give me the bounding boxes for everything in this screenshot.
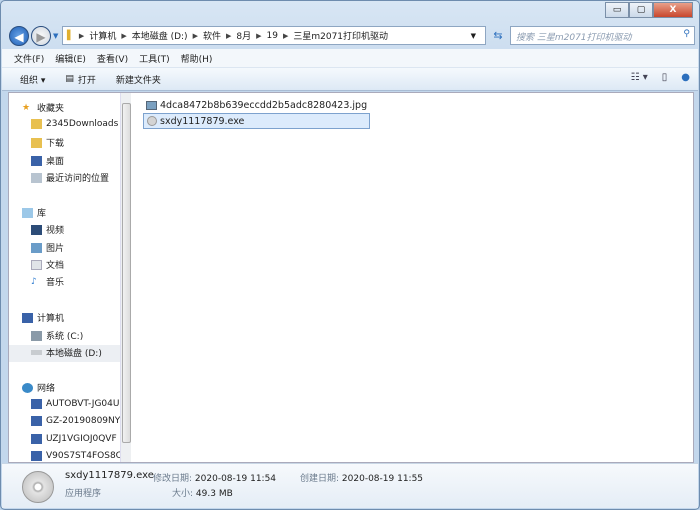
breadcrumb-drive-d[interactable]: 本地磁盘 (D:): [132, 29, 188, 42]
recent-places-icon: [31, 172, 42, 183]
exe-icon: [147, 116, 157, 126]
nav-item[interactable]: 下载: [31, 136, 64, 149]
menu-tools[interactable]: 工具(T): [139, 52, 170, 65]
network-computer-icon: [31, 451, 42, 461]
detail-type: 应用程序: [65, 489, 102, 499]
file-list: 4dca8472b8b639eccdd2b5adc8280423.jpg sxd…: [143, 97, 371, 129]
maximize-button[interactable]: ▢: [629, 2, 653, 18]
star-icon: ★: [22, 102, 31, 113]
menu-help[interactable]: 帮助(H): [181, 52, 213, 65]
nav-item[interactable]: 桌面: [31, 154, 64, 167]
search-input[interactable]: 搜索 三星m2071打印机驱动 ⚲: [510, 26, 695, 45]
search-icon[interactable]: ⚲: [683, 29, 690, 39]
downloads-icon: [31, 137, 42, 148]
view-options-icon[interactable]: ☷ ▾: [631, 72, 648, 83]
preview-pane-icon[interactable]: ▯: [662, 72, 668, 83]
file-item-selected[interactable]: sxdy1117879.exe: [143, 113, 371, 129]
detail-created: 创建日期: 2020-08-19 11:55: [300, 474, 424, 484]
menu-file[interactable]: 文件(F): [14, 52, 44, 65]
nav-item[interactable]: GZ-20190809NY: [31, 416, 120, 426]
documents-icon: [31, 259, 42, 270]
library-icon: [22, 207, 33, 218]
organize-button[interactable]: 组织 ▾: [20, 73, 45, 86]
help-icon[interactable]: ●: [681, 72, 690, 83]
details-pane: sxdy1117879.exe 应用程序 修改日期: 2020-08-19 11…: [2, 463, 698, 508]
scrollbar-thumb[interactable]: [122, 103, 131, 443]
network-computer-icon: [31, 416, 42, 426]
folder-icon: ▌: [67, 30, 74, 41]
open-button[interactable]: ▤ 打开: [65, 73, 96, 86]
nav-network[interactable]: 网络: [22, 381, 55, 394]
nav-item[interactable]: 系统 (C:): [31, 329, 83, 342]
nav-item[interactable]: UZJ1VGIOJ0QVF: [31, 434, 117, 444]
nav-libraries[interactable]: 库: [22, 206, 46, 219]
system-drive-icon: [31, 330, 42, 341]
nav-favorites[interactable]: ★ 收藏夹: [22, 101, 64, 115]
nav-item[interactable]: ♪ 音乐: [31, 275, 64, 289]
detail-modified: 修改日期: 2020-08-19 11:54: [153, 474, 277, 484]
search-placeholder: 搜索 三星m2071打印机驱动: [516, 33, 632, 43]
minimize-button[interactable]: ▭: [605, 2, 629, 18]
nav-item[interactable]: 文档: [31, 258, 64, 271]
nav-item[interactable]: 视频: [31, 223, 64, 236]
breadcrumb-computer[interactable]: 计算机: [89, 29, 116, 42]
address-bar[interactable]: ▌ ▶ 计算机 ▶ 本地磁盘 (D:) ▶ 软件 ▶ 8月 ▶ 19 ▶ 三星m2071打印…: [62, 26, 486, 45]
folder-icon: [31, 119, 42, 129]
disc-icon: [22, 471, 54, 503]
breadcrumb-current[interactable]: 三星m2071打印机驱动: [293, 29, 388, 42]
nav-item[interactable]: 最近访问的位置: [31, 171, 109, 184]
detail-size: 大小: 49.3 MB: [172, 489, 233, 499]
refresh-icon[interactable]: ⇆: [488, 26, 508, 45]
forward-button[interactable]: ▶: [31, 26, 51, 46]
nav-item[interactable]: V90S7ST4FOS8C: [31, 451, 120, 461]
nav-item[interactable]: 2345Downloads: [31, 119, 118, 129]
video-icon: [31, 224, 42, 235]
open-icon: ▤: [65, 74, 74, 84]
network-icon: [22, 382, 33, 393]
desktop-icon: [31, 155, 42, 166]
detail-filename: sxdy1117879.exe: [65, 470, 154, 481]
content-area: ★ 收藏夹 2345Downloads 下载 桌面 最近访问的位置 库 视频 图片…: [8, 92, 694, 463]
nav-computer[interactable]: 计算机: [22, 311, 64, 324]
breadcrumb-19[interactable]: 19: [267, 31, 278, 41]
command-bar: 组织 ▾ ▤ 打开 新建文件夹 ☷ ▾ ▯ ●: [2, 68, 698, 91]
breadcrumb-software[interactable]: 软件: [203, 29, 221, 42]
drive-icon: [31, 350, 42, 355]
nav-scrollbar[interactable]: [120, 93, 131, 462]
address-dropdown-icon[interactable]: ▼: [471, 32, 476, 40]
open-label: 打开: [77, 75, 96, 86]
recent-pages-dropdown[interactable]: ▼: [53, 32, 58, 40]
navigation-pane: ★ 收藏夹 2345Downloads 下载 桌面 最近访问的位置 库 视频 图片…: [9, 93, 120, 462]
pictures-icon: [31, 242, 42, 253]
file-item[interactable]: 4dca8472b8b639eccdd2b5adc8280423.jpg: [143, 97, 370, 113]
back-button[interactable]: ◀: [9, 26, 29, 46]
close-button[interactable]: X: [653, 2, 693, 18]
nav-item-selected[interactable]: 本地磁盘 (D:): [31, 346, 102, 359]
explorer-window: ▭ ▢ X ◀ ▶ ▼ ▌ ▶ 计算机 ▶ 本地磁盘 (D:) ▶ 软件 ▶ 8月 ▶ 1…: [0, 0, 700, 510]
breadcrumb-august[interactable]: 8月: [236, 29, 251, 42]
music-icon: ♪: [31, 276, 37, 287]
nav-item[interactable]: AUTOBVT-JG04U: [31, 399, 119, 409]
nav-item[interactable]: 图片: [31, 241, 64, 254]
menu-edit[interactable]: 编辑(E): [55, 52, 86, 65]
new-folder-button[interactable]: 新建文件夹: [116, 73, 161, 86]
image-icon: [146, 100, 157, 110]
network-computer-icon: [31, 434, 42, 444]
computer-icon: [22, 312, 33, 323]
menu-bar: 文件(F) 编辑(E) 查看(V) 工具(T) 帮助(H): [2, 49, 698, 68]
network-computer-icon: [31, 399, 42, 409]
menu-view[interactable]: 查看(V): [97, 52, 128, 65]
